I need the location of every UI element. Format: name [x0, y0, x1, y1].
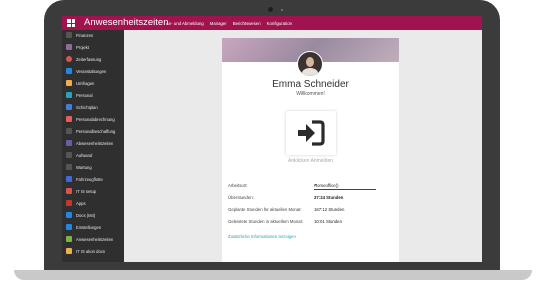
sidebar-item-label: Veranstaltungen — [76, 68, 107, 74]
sidebar-item-personalbeschaffung[interactable]: Personalbeschaffung — [62, 126, 124, 136]
sidebar-item-fahrzeugflotte[interactable]: Fahrzeugflotte — [62, 174, 124, 184]
employees-icon — [66, 92, 72, 98]
sidebar-item-it-is-setup[interactable]: IT IS setup — [62, 186, 124, 196]
work-location-label: Arbeitsort: — [228, 183, 248, 188]
project-icon — [66, 44, 72, 50]
maintenance-icon — [66, 164, 72, 170]
planned-hours-value: 167:12 Stunden — [314, 207, 345, 212]
attendance-card: Emma Schneider Willkommen! Anklicken Anm… — [222, 38, 399, 262]
sidebar-item-it-is-akon-docs[interactable]: IT IS akon docs — [62, 246, 124, 256]
welcome-text: Willkommen! — [296, 91, 325, 97]
sidebar-item-personal[interactable]: Personal — [62, 90, 124, 100]
camera-icon — [268, 7, 273, 12]
sidebar-item-apps[interactable]: Apps — [62, 198, 124, 208]
fleet-icon — [66, 176, 72, 182]
clock-icon — [66, 56, 72, 62]
time-off-icon — [66, 140, 72, 146]
sidebar-item-personalabrechnung[interactable]: Personalabrechnung — [62, 114, 124, 124]
sidebar: Finanzen Projekt Zeiterfassung Veranstal… — [62, 30, 124, 262]
sidebar-item-label: Wartung — [76, 164, 92, 170]
sidebar-item-label: Personalabrechnung — [76, 116, 115, 122]
worked-hours-label: Geleistete Stunden in aktuellem Monat: — [228, 219, 304, 224]
overtime-value: 37:24 Stunden — [314, 195, 344, 200]
docs-icon — [66, 212, 72, 218]
worked-hours-row: Geleistete Stunden in aktuellem Monat: 1… — [228, 218, 393, 226]
sidebar-item-label: Anwesenheitszeiten — [76, 236, 114, 242]
sidebar-item-label: Schichtplan — [76, 104, 98, 110]
settings-icon — [66, 224, 72, 230]
sign-in-icon — [298, 120, 325, 146]
sidebar-item-label: Fahrzeugflotte — [76, 176, 103, 182]
sidebar-item-finanzen[interactable]: Finanzen — [62, 30, 124, 40]
chevron-down-icon: ▼ — [314, 183, 318, 187]
sidebar-item-label: Aufwand — [76, 152, 93, 158]
top-bar: Anwesenheitszeiten An- und Abmeldung Man… — [62, 16, 482, 30]
expense-icon — [66, 152, 72, 158]
camera-light — [281, 9, 283, 11]
sidebar-item-label: Einstellungen — [76, 224, 102, 230]
docs-icon — [66, 248, 72, 254]
sidebar-item-schichtplan[interactable]: Schichtplan — [62, 102, 124, 112]
sidebar-item-einstellungen[interactable]: Einstellungen — [62, 222, 124, 232]
nav-item-check-in-out[interactable]: An- und Abmeldung — [166, 21, 204, 26]
sidebar-item-label: Personalbeschaffung — [76, 128, 116, 134]
attendance-icon — [66, 236, 72, 242]
check-in-label: Anklicken Anmelden — [287, 158, 334, 164]
avatar — [297, 51, 323, 77]
sidebar-item-docs-m4[interactable]: Docs (M4) — [62, 210, 124, 220]
more-info-link[interactable]: Zusätzliche Informationen anzeigen — [228, 234, 296, 239]
nav-item-reporting[interactable]: Berichtswesen — [233, 21, 261, 26]
recruitment-icon — [66, 128, 72, 134]
sidebar-item-anwesenheitszeiten[interactable]: Anwesenheitszeiten — [62, 234, 124, 244]
events-icon — [66, 68, 72, 74]
work-location-select[interactable]: Homeoffice() ▼ — [314, 181, 376, 190]
sidebar-item-label: Personal — [76, 92, 93, 98]
laptop-base — [14, 270, 532, 280]
sidebar-item-label: Projekt — [76, 44, 90, 50]
planned-hours-label: Geplante Stunden für aktuellen Monat: — [228, 207, 302, 212]
app-title[interactable]: Anwesenheitszeiten — [84, 17, 169, 29]
top-nav: An- und Abmeldung Manager Berichtswesen … — [166, 16, 292, 30]
sidebar-item-zeiterfassung[interactable]: Zeiterfassung — [62, 54, 124, 64]
payroll-icon — [66, 116, 72, 122]
sidebar-item-label: Zeiterfassung — [76, 56, 102, 62]
sidebar-item-label: IT IS setup — [76, 188, 97, 194]
sidebar-item-label: Abwesenheitszeiten — [76, 140, 114, 146]
sidebar-item-label: Docs (M4) — [76, 212, 96, 218]
overtime-row: Überstunden: 37:24 Stunden — [228, 194, 393, 202]
sidebar-item-aufwand[interactable]: Aufwand — [62, 150, 124, 160]
planned-hours-row: Geplante Stunden für aktuellen Monat: 16… — [228, 206, 393, 214]
setup-icon — [66, 188, 72, 194]
sidebar-item-label: Umfragen — [76, 80, 95, 86]
survey-icon — [66, 80, 72, 86]
sidebar-item-abwesenheitszeiten[interactable]: Abwesenheitszeiten — [62, 138, 124, 148]
employee-name: Emma Schneider — [272, 79, 349, 90]
sidebar-item-label: IT IS akon docs — [76, 248, 106, 254]
screen: Anwesenheitszeiten An- und Abmeldung Man… — [62, 16, 482, 262]
sidebar-item-label: Apps — [76, 200, 86, 206]
apps-icon — [66, 200, 72, 206]
sidebar-item-wartung[interactable]: Wartung — [62, 162, 124, 172]
overtime-label: Überstunden: — [228, 195, 254, 200]
sidebar-item-projekt[interactable]: Projekt — [62, 42, 124, 52]
work-location-row: Arbeitsort: Homeoffice() ▼ — [228, 182, 393, 190]
finance-icon — [66, 32, 72, 38]
schedule-icon — [66, 104, 72, 110]
nav-item-manager[interactable]: Manager — [210, 21, 227, 26]
check-in-button[interactable] — [286, 111, 336, 155]
sidebar-item-label: Finanzen — [76, 32, 94, 38]
worked-hours-value: 10:01 Stunden — [314, 219, 342, 224]
nav-item-configuration[interactable]: Konfiguration — [267, 21, 292, 26]
sidebar-item-umfragen[interactable]: Umfragen — [62, 78, 124, 88]
sidebar-item-veranstaltungen[interactable]: Veranstaltungen — [62, 66, 124, 76]
apps-menu-icon[interactable] — [67, 19, 75, 27]
